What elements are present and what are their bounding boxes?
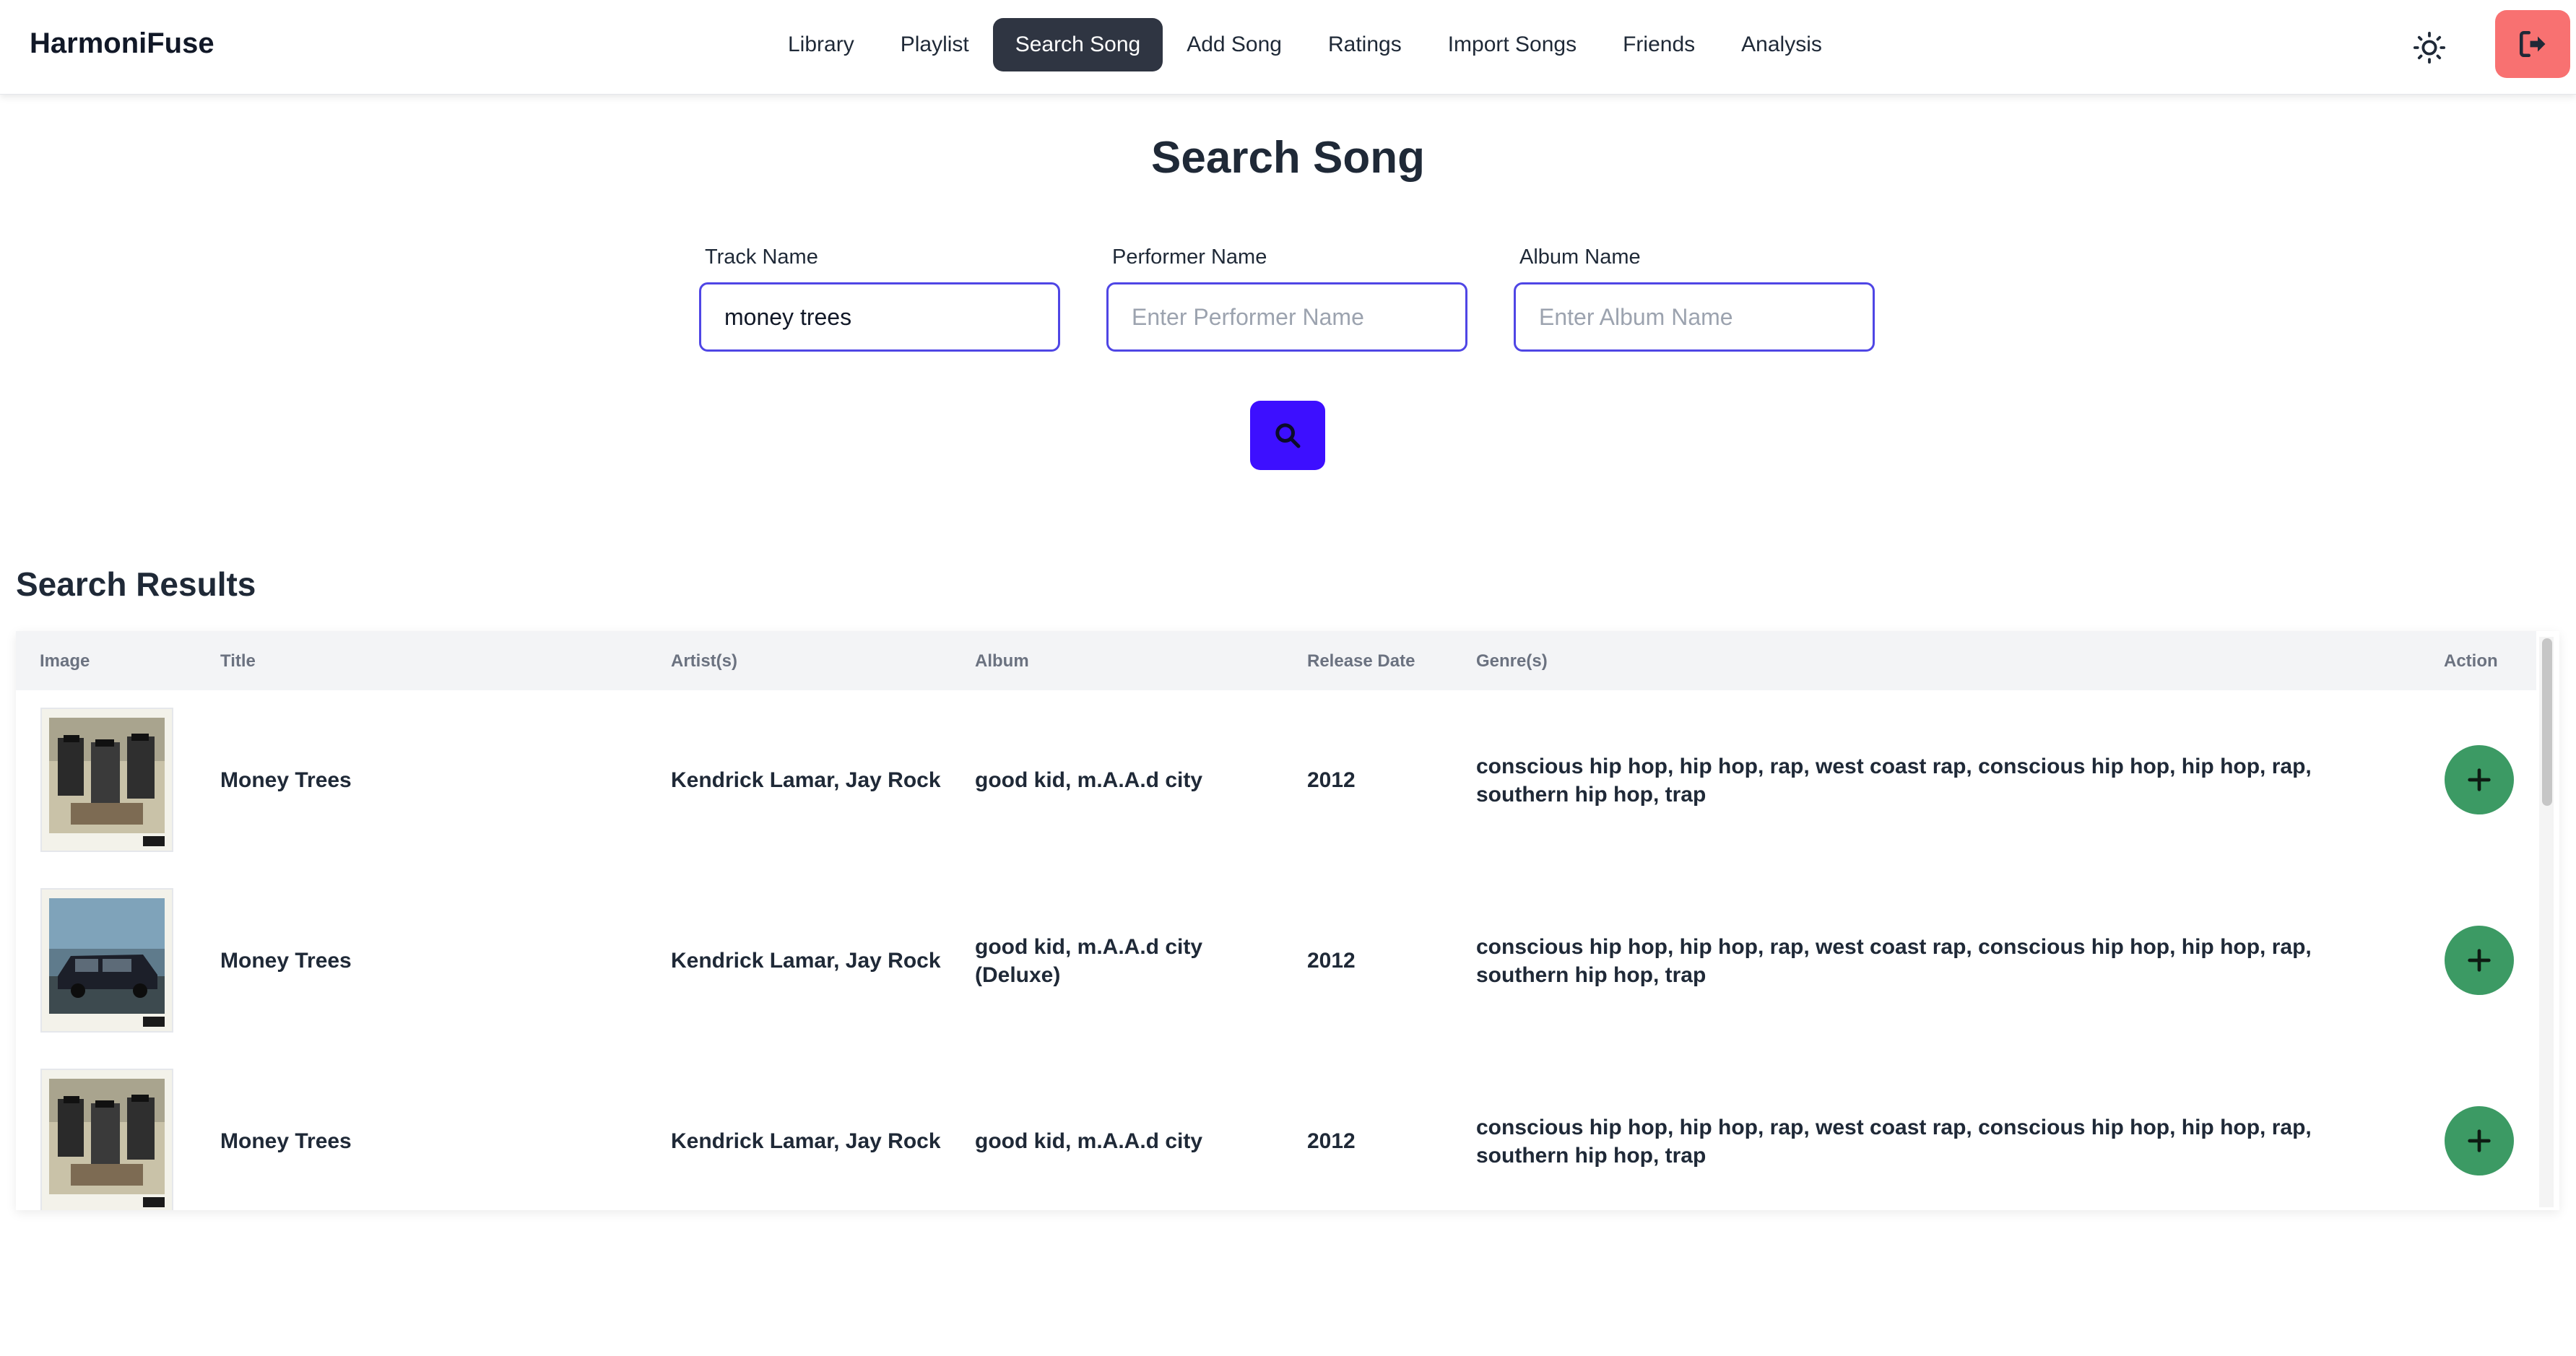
column-header-artists: Artist(s): [671, 651, 738, 671]
song-title: Money Trees: [220, 949, 352, 973]
results-title: Search Results: [16, 565, 256, 603]
song-album: good kid, m.A.A.d city (Deluxe): [975, 935, 1203, 987]
search-button[interactable]: [1250, 401, 1325, 470]
song-artists: Kendrick Lamar, Jay Rock: [671, 768, 941, 792]
table-row: Money Trees Kendrick Lamar, Jay Rock goo…: [16, 690, 2536, 872]
sun-icon: [2413, 31, 2446, 64]
song-title: Money Trees: [220, 768, 352, 792]
table-row: Money Trees Kendrick Lamar, Jay Rock goo…: [16, 1051, 2536, 1210]
theme-toggle-button[interactable]: [2408, 26, 2451, 69]
album-name-field: Album Name: [1514, 245, 1875, 352]
song-release-date: 2012: [1307, 1129, 1356, 1153]
song-artists: Kendrick Lamar, Jay Rock: [671, 1129, 941, 1153]
table-row: Money Trees Kendrick Lamar, Jay Rock goo…: [16, 871, 2536, 1053]
add-song-button[interactable]: [2445, 926, 2514, 995]
main-nav: Library Playlist Search Song Add Song Ra…: [766, 18, 1846, 71]
plus-icon: [2468, 1129, 2491, 1152]
logout-icon: [2519, 30, 2546, 58]
column-header-image: Image: [40, 651, 90, 671]
song-genres: conscious hip hop, hip hop, rap, west co…: [1476, 935, 2312, 987]
song-title: Money Trees: [220, 1129, 352, 1153]
search-icon: [1275, 423, 1301, 448]
song-album: good kid, m.A.A.d city: [975, 768, 1203, 792]
nav-playlist[interactable]: Playlist: [878, 18, 992, 71]
album-name-input[interactable]: [1514, 282, 1875, 352]
column-header-release-date: Release Date: [1307, 651, 1415, 671]
nav-ratings[interactable]: Ratings: [1306, 18, 1424, 71]
song-album: good kid, m.A.A.d city: [975, 1129, 1203, 1153]
table-header: Image Title Artist(s) Album Release Date…: [16, 631, 2536, 690]
track-name-input[interactable]: [699, 282, 1060, 352]
nav-friends[interactable]: Friends: [1600, 18, 1717, 71]
column-header-title: Title: [220, 651, 256, 671]
add-song-button[interactable]: [2445, 1106, 2514, 1175]
nav-import-songs[interactable]: Import Songs: [1426, 18, 1599, 71]
nav-add-song[interactable]: Add Song: [1164, 18, 1304, 71]
nav-search-song[interactable]: Search Song: [992, 18, 1163, 71]
performer-name-field: Performer Name: [1106, 245, 1467, 352]
nav-library[interactable]: Library: [766, 18, 877, 71]
column-header-genres: Genre(s): [1476, 651, 1548, 671]
logout-button[interactable]: [2495, 10, 2570, 78]
plus-icon: [2468, 949, 2491, 972]
performer-name-label: Performer Name: [1112, 245, 1267, 269]
page-title: Search Song: [1151, 133, 1425, 183]
table-scrollbar-thumb[interactable]: [2542, 638, 2552, 806]
track-name-label: Track Name: [705, 245, 818, 269]
album-name-label: Album Name: [1519, 245, 1641, 269]
song-artists: Kendrick Lamar, Jay Rock: [671, 949, 941, 973]
album-cover-image: [40, 708, 173, 852]
nav-analysis[interactable]: Analysis: [1719, 18, 1844, 71]
column-header-action: Action: [2444, 651, 2498, 671]
song-release-date: 2012: [1307, 949, 1356, 973]
album-cover-image: [40, 1069, 173, 1210]
add-song-button[interactable]: [2445, 745, 2514, 814]
plus-icon: [2468, 768, 2491, 791]
song-genres: conscious hip hop, hip hop, rap, west co…: [1476, 755, 2312, 807]
performer-name-input[interactable]: [1106, 282, 1467, 352]
results-table: Image Title Artist(s) Album Release Date…: [16, 631, 2559, 1210]
album-cover-image: [40, 888, 173, 1033]
song-release-date: 2012: [1307, 768, 1356, 792]
column-header-album: Album: [975, 651, 1029, 671]
track-name-field: Track Name: [699, 245, 1060, 352]
brand-logo[interactable]: HarmoniFuse: [30, 27, 214, 60]
song-genres: conscious hip hop, hip hop, rap, west co…: [1476, 1116, 2312, 1168]
top-navbar: HarmoniFuse Library Playlist Search Song…: [0, 0, 2576, 95]
